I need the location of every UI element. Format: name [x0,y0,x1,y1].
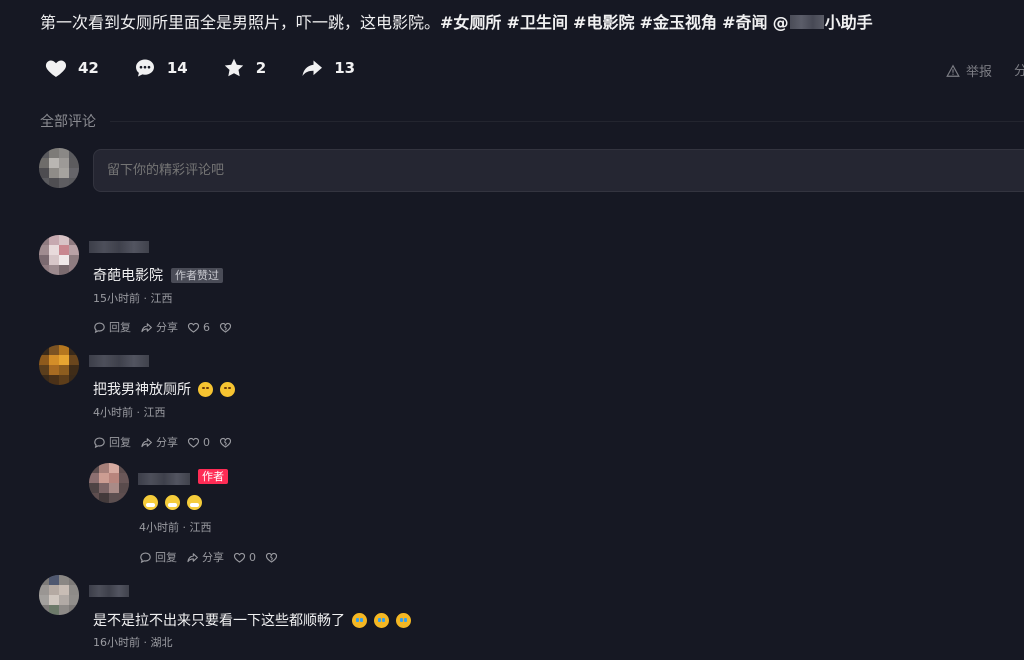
share-arrow-icon [141,437,152,447]
broken-heart-icon [219,322,232,333]
favorite-count: 2 [255,59,267,77]
author-avatar[interactable] [89,463,129,503]
reply-text [136,495,202,510]
share-comment-button[interactable]: 分享 [186,549,224,565]
like-comment-button[interactable]: 0 [187,436,210,449]
comment-icon [135,59,154,77]
hashtag[interactable]: #电影院 [573,13,634,32]
favorite-button[interactable]: 2 [222,56,266,80]
like-count: 0 [249,550,256,564]
avatar[interactable] [39,575,79,615]
post-title: 第一次看到女厕所里面全是男照片，吓一跳，这电影院。#女厕所 #卫生间 #电影院 … [40,10,873,36]
broken-heart-icon [219,437,232,448]
blurred-username[interactable] [89,355,149,367]
share-comment-button[interactable]: 分享 [140,319,178,335]
mention-name: 小助手 [824,13,873,32]
report-label: 举报 [966,65,993,80]
mask-emoji-icon [143,495,158,510]
hashtag[interactable]: #金玉视角 [640,13,717,32]
like-count: 0 [203,435,210,449]
reply-meta: 4小时前 · 江西 [139,521,212,534]
comment-meta: 4小时前 · 江西 [93,406,166,419]
report-button[interactable]: 举报 [946,61,992,80]
section-divider [110,121,1024,122]
share-label: 分享 [202,551,224,564]
share-arrow-icon [187,552,198,562]
author-liked-badge: 作者赞过 [171,267,223,283]
reply-label: 回复 [155,551,177,564]
comments-section-title: 全部评论 [40,114,96,130]
reply-button[interactable]: 回复 [93,319,131,335]
blurred-username [789,15,824,29]
reply-bubble-icon [140,551,151,563]
comment-input[interactable] [93,149,1024,192]
laugh-cry-emoji-icon [374,612,389,628]
share-comment-button[interactable]: 分享 [140,434,178,450]
share-label: 分享 [156,321,178,334]
comment-actions: 回复 分享 6 [93,319,244,335]
share-arrow-icon [141,322,152,332]
blurred-username[interactable] [89,585,129,597]
comment-text: 把我男神放厕所 [93,379,235,399]
dislike-button[interactable] [265,551,281,564]
mention[interactable]: @ 小助手 [773,13,873,32]
broken-heart-icon [265,552,278,563]
blurred-username[interactable] [138,473,190,485]
star-icon [224,58,243,77]
author-badge: 作者 [198,469,228,484]
chick-emoji-icon [198,381,213,397]
hashtag[interactable]: #奇闻 [722,13,767,32]
blurred-username[interactable] [89,241,149,253]
reply-bubble-icon [94,436,105,448]
heart-icon [45,60,67,77]
chick-emoji-icon [220,381,235,397]
avatar[interactable] [39,345,79,385]
like-count: 42 [78,59,99,77]
comment-meta: 16小时前 · 湖北 [93,636,173,649]
like-comment-button[interactable]: 6 [187,321,210,334]
heart-outline-icon [233,552,246,563]
like-comment-button[interactable]: 0 [233,551,256,564]
video-comments-page: 第一次看到女厕所里面全是男照片，吓一跳，这电影院。#女厕所 #卫生间 #电影院 … [0,0,1024,660]
share-text-button[interactable]: 分 [1014,60,1024,76]
avatar[interactable] [39,235,79,275]
author-badge-wrap: 作者 [198,469,228,484]
reply-label: 回复 [109,436,131,449]
reply-button[interactable]: 回复 [93,434,131,450]
comment-body: 奇葩电影院 [93,268,163,284]
comment-body: 把我男神放厕所 [93,382,191,398]
reply-label: 回复 [109,321,131,334]
dislike-button[interactable] [219,321,235,334]
share-arrow-icon [302,60,323,76]
mask-emoji-icon [187,495,202,510]
mention-at: @ [772,13,789,32]
like-count: 6 [203,320,210,334]
comment-actions: 回复 分享 0 [93,434,244,450]
heart-outline-icon [187,322,200,333]
share-button[interactable]: 13 [300,56,355,80]
like-button[interactable]: 42 [44,56,99,80]
comment-meta: 15小时前 · 江西 [93,292,173,305]
post-title-text: 第一次看到女厕所里面全是男照片，吓一跳，这电影院。 [40,13,441,32]
heart-outline-icon [187,437,200,448]
warning-icon [946,64,960,77]
mask-emoji-icon [165,495,180,510]
laugh-cry-emoji-icon [396,612,411,628]
share-label: 分享 [156,436,178,449]
comment-text: 奇葩电影院 作者赞过 [93,265,223,285]
dislike-button[interactable] [219,436,235,449]
laugh-cry-emoji-icon [352,612,367,628]
comment-count: 14 [166,59,188,77]
comment-body: 是不是拉不出来只要看一下这些都顺畅了 [93,613,345,629]
share-count: 13 [334,59,356,77]
hashtag[interactable]: #卫生间 [507,13,568,32]
comment-text: 是不是拉不出来只要看一下这些都顺畅了 [93,610,411,630]
reply-button[interactable]: 回复 [139,549,177,565]
reply-bubble-icon [94,321,105,333]
hashtag[interactable]: #女厕所 [440,13,501,32]
reply-actions: 回复 分享 0 [139,549,290,565]
comment-button[interactable]: 14 [133,56,188,80]
current-user-avatar [39,148,79,188]
post-actions-bar: 42 14 2 13 [44,56,389,80]
